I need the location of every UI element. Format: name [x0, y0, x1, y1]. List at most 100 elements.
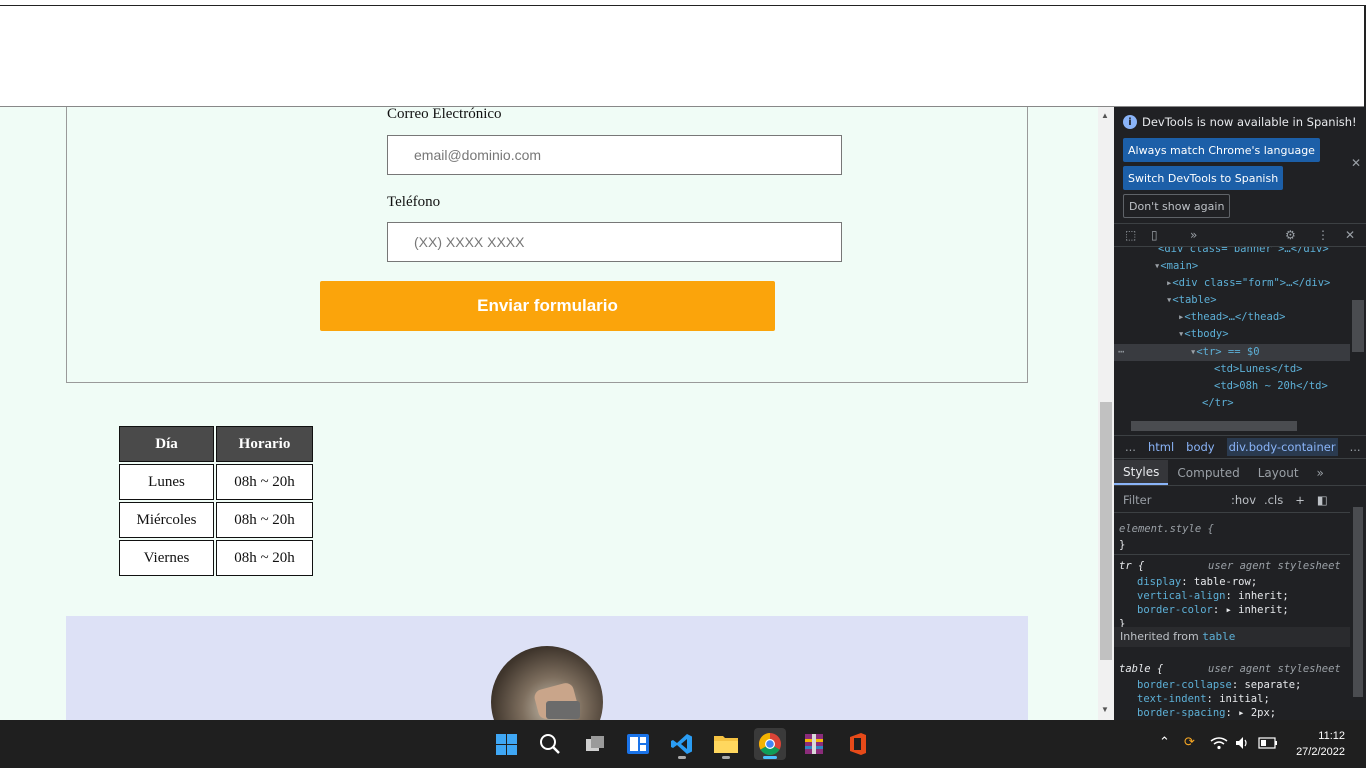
styles-vscroll-thumb[interactable]	[1353, 507, 1363, 697]
device-toggle-icon[interactable]: ▯	[1151, 228, 1158, 242]
vscode-button[interactable]	[666, 728, 698, 760]
volume-icon[interactable]	[1235, 736, 1251, 750]
dom-node-text: <td>Lunes</td>	[1214, 363, 1303, 375]
style-property[interactable]: border-spacing: ▸ 2px;	[1137, 706, 1276, 720]
update-icon[interactable]: ⟳	[1184, 734, 1195, 750]
dom-node[interactable]: ▾<table>	[1166, 292, 1217, 309]
battery-icon[interactable]	[1258, 737, 1278, 749]
kebab-menu-icon[interactable]: ⋮	[1317, 228, 1329, 242]
dom-node[interactable]: <td>Lunes</td>	[1214, 361, 1303, 378]
dom-node[interactable]: ▾<main>	[1154, 258, 1198, 275]
office-button[interactable]	[842, 728, 874, 760]
styles-vscrollbar[interactable]	[1350, 487, 1366, 720]
dom-node[interactable]: <td>08h ~ 20h</td>	[1214, 378, 1328, 395]
dom-node[interactable]: ▸<div class="form">…</div>	[1166, 275, 1330, 292]
style-property[interactable]: display: table-row;	[1137, 575, 1257, 589]
clock-date: 27/2/2022	[1296, 746, 1345, 758]
wifi-icon[interactable]	[1210, 736, 1228, 750]
search-button[interactable]	[534, 728, 566, 760]
day-cell: Miércoles	[119, 502, 214, 538]
dom-node-selected[interactable]: ▾<tr> == $0	[1190, 344, 1260, 361]
file-explorer-button[interactable]	[710, 728, 742, 760]
close-devtools-icon[interactable]: ✕	[1345, 228, 1355, 242]
office-icon	[850, 733, 866, 755]
table-header-row: Día Horario	[119, 426, 313, 462]
dom-node-text: <tr> == $0	[1196, 346, 1260, 358]
banner-text: DevTools is now available in Spanish!	[1142, 115, 1357, 129]
chrome-button[interactable]	[754, 728, 786, 760]
schedule-table: Día Horario Lunes 08h ~ 20h Miércoles 08…	[117, 424, 315, 578]
dom-node-text: <thead>…</thead>	[1184, 311, 1286, 323]
row-ellipsis-icon[interactable]: ⋯	[1118, 344, 1124, 361]
sidebar-toggle-icon[interactable]: ◧	[1317, 493, 1328, 507]
tab-layout[interactable]: Layout	[1249, 460, 1308, 485]
ua-stylesheet-label: user agent stylesheet	[1208, 663, 1341, 675]
folder-icon	[714, 736, 738, 753]
new-rule-icon[interactable]: +	[1295, 493, 1305, 507]
top-border-line	[0, 5, 1366, 6]
task-view-button[interactable]	[579, 728, 611, 760]
dom-node[interactable]: </tr>	[1202, 395, 1234, 412]
tab-computed[interactable]: Computed	[1168, 460, 1248, 485]
elements-hscroll-thumb[interactable]	[1131, 421, 1297, 431]
email-field[interactable]	[387, 135, 842, 175]
page-scrollbar[interactable]: ▲ ▼	[1098, 107, 1114, 720]
page-scroll-thumb[interactable]	[1100, 402, 1112, 660]
style-rule-selector[interactable]: table {	[1119, 662, 1163, 676]
tab-styles[interactable]: Styles	[1114, 460, 1169, 485]
header-hours: Horario	[216, 426, 313, 462]
taskbar: ⌃ ⟳ 11:12 27/2/2022	[0, 720, 1366, 768]
style-property[interactable]: vertical-align: inherit;	[1137, 589, 1289, 603]
style-rule-selector[interactable]: tr {	[1119, 559, 1144, 573]
inherited-from-header: Inherited from table	[1114, 627, 1350, 647]
winrar-button[interactable]	[798, 728, 830, 760]
chevron-up-icon[interactable]: ⌃	[1159, 734, 1170, 750]
ua-stylesheet-label: user agent stylesheet	[1208, 560, 1341, 572]
hov-toggle[interactable]: :hov	[1231, 493, 1256, 507]
tab-more[interactable]: »	[1308, 460, 1333, 485]
style-property[interactable]: text-indent: initial;	[1137, 692, 1270, 706]
dom-node[interactable]: <div class="banner">…</div>	[1158, 247, 1329, 258]
day-cell: Viernes	[119, 540, 214, 576]
match-language-button[interactable]: Always match Chrome's language	[1123, 138, 1320, 162]
widgets-button[interactable]	[622, 728, 654, 760]
header-day: Día	[119, 426, 214, 462]
phone-label: Teléfono	[387, 194, 441, 210]
switch-spanish-button[interactable]: Switch DevTools to Spanish	[1123, 166, 1284, 190]
dom-node[interactable]: ▾<tbody>	[1178, 326, 1229, 343]
close-banner-icon[interactable]: ✕	[1351, 156, 1361, 170]
scroll-up-arrow[interactable]: ▲	[1101, 111, 1109, 120]
phone-field[interactable]	[387, 222, 842, 262]
hours-cell: 08h ~ 20h	[216, 464, 313, 500]
start-button[interactable]	[490, 728, 522, 760]
breadcrumb-body[interactable]: body	[1186, 440, 1214, 454]
elements-tree: <div class="banner">…</div> ▾<main> ▸<di…	[1114, 247, 1350, 419]
elements-vscrollbar[interactable]	[1350, 247, 1366, 419]
breadcrumb-html[interactable]: html	[1148, 440, 1174, 454]
style-rule-selector[interactable]: element.style {	[1119, 522, 1214, 536]
breadcrumb-more[interactable]: ...	[1125, 440, 1136, 454]
elements-hscrollbar[interactable]	[1114, 419, 1350, 433]
screen: Correo Electrónico Teléfono Enviar formu…	[0, 0, 1366, 768]
styles-pane: element.style { } tr { user agent styles…	[1114, 514, 1350, 720]
breadcrumb-more-end[interactable]: ...	[1350, 440, 1361, 454]
table-row: Lunes 08h ~ 20h	[119, 464, 313, 500]
settings-gear-icon[interactable]: ⚙	[1285, 228, 1296, 242]
cls-toggle[interactable]: .cls	[1264, 493, 1283, 507]
page-viewport: Correo Electrónico Teléfono Enviar formu…	[0, 107, 1098, 720]
elements-vscroll-thumb[interactable]	[1352, 300, 1364, 352]
scroll-down-arrow[interactable]: ▼	[1101, 705, 1109, 714]
inspect-element-icon[interactable]: ⬚	[1125, 228, 1136, 242]
dom-node[interactable]: ▸<thead>…</thead>	[1178, 309, 1285, 326]
filter-input[interactable]: Filter	[1123, 493, 1223, 507]
more-tabs-icon[interactable]: »	[1190, 228, 1197, 242]
breadcrumb-body-container[interactable]: div.body-container	[1226, 438, 1338, 456]
running-indicator	[678, 756, 686, 759]
style-property[interactable]: border-collapse: separate;	[1137, 678, 1301, 692]
dont-show-again-button[interactable]: Don't show again	[1123, 194, 1231, 218]
breadcrumb: ... html body div.body-container ...	[1114, 435, 1366, 459]
style-property[interactable]: border-color: ▸ inherit;	[1137, 603, 1289, 617]
clock[interactable]: 11:12 27/2/2022	[1285, 728, 1345, 760]
submit-button[interactable]: Enviar formulario	[320, 281, 775, 331]
dom-node-text: <div class="form">…</div>	[1172, 277, 1331, 289]
